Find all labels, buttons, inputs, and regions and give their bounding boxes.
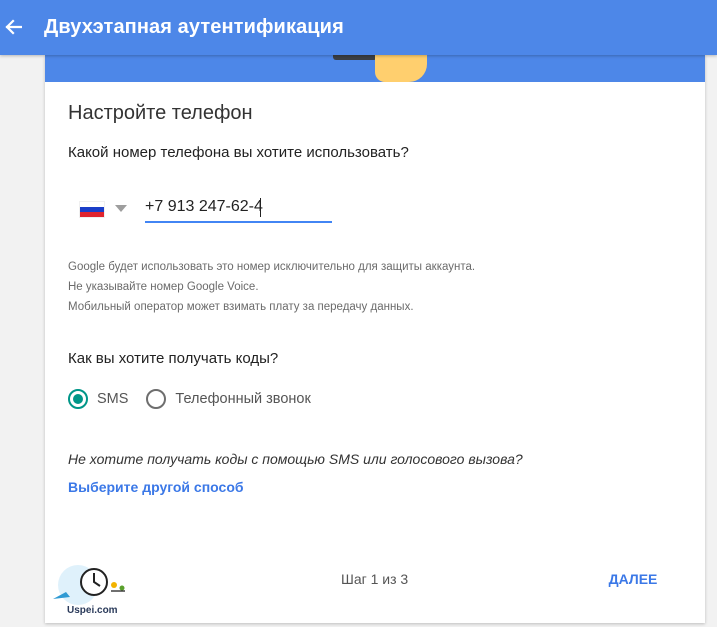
radio-label: Телефонный звонок (175, 391, 311, 407)
radio-unchecked-icon (146, 389, 167, 409)
note-line: Google будет использовать это номер искл… (68, 261, 476, 273)
note-line: Мобильный оператор может взимать плату з… (68, 301, 414, 313)
step-indicator: Шаг 1 из 3 (341, 571, 409, 587)
country-dropdown[interactable] (113, 201, 129, 217)
next-button[interactable]: ДАЛЕЕ (603, 564, 663, 594)
note-line: Не указывайте номер Google Voice. (68, 281, 259, 293)
phone-field[interactable] (145, 195, 332, 223)
dropdown-arrow-icon (115, 205, 127, 212)
radio-checked-icon (68, 389, 88, 409)
uspei-logo: Uspei.com (50, 561, 140, 621)
phone-question: Какой номер телефона вы хотите использов… (68, 144, 409, 161)
russia-flag-icon[interactable] (80, 202, 104, 217)
delivery-method-group: SMS Телефонный звонок (68, 388, 329, 410)
arrow-back-icon (5, 19, 22, 35)
radio-sms[interactable]: SMS (68, 389, 128, 409)
app-bar: Двухэтапная аутентификация (0, 0, 717, 55)
codes-question: Как вы хотите получать коды? (68, 350, 279, 367)
text-cursor (260, 198, 261, 217)
alternative-question: Не хотите получать коды с помощью SMS ил… (68, 451, 523, 467)
illustration-banner (45, 55, 705, 82)
clock-logo-icon (53, 565, 125, 605)
radio-label: SMS (97, 391, 129, 407)
page-title: Двухэтапная аутентификация (44, 16, 344, 38)
watermark-text: Uspei.com (67, 605, 118, 616)
radio-phone-call[interactable]: Телефонный звонок (146, 389, 311, 409)
section-heading: Настройте телефон (68, 102, 253, 124)
phone-input[interactable] (145, 195, 332, 219)
choose-other-method-link[interactable]: Выберите другой способ (68, 479, 244, 495)
hand-illustration (375, 55, 427, 82)
back-button[interactable] (0, 11, 26, 43)
phone-illustration (333, 55, 377, 60)
setup-card: Настройте телефон Какой номер телефона в… (45, 55, 705, 623)
